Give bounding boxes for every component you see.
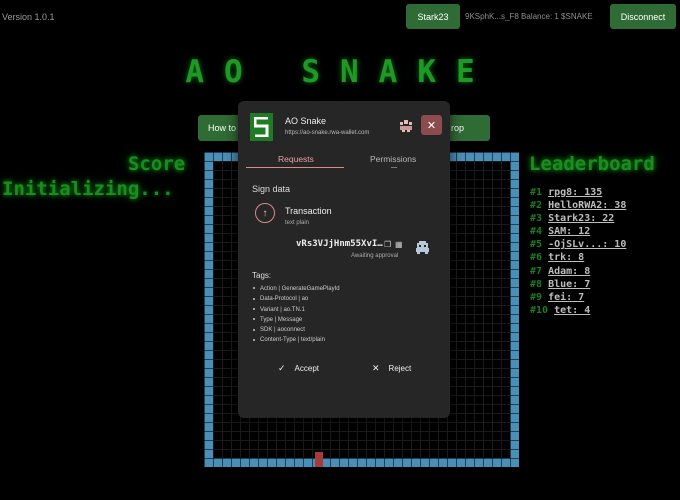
leaderboard-item[interactable]: #10 tet: 4 bbox=[530, 304, 626, 317]
tag-item: Content-Type | text/plain bbox=[253, 335, 340, 345]
leaderboard-item[interactable]: #6 trk: 8 bbox=[530, 251, 626, 264]
tag-text: Data-Protocol | ao bbox=[260, 296, 309, 303]
leaderboard-entry[interactable]: trk: 8 bbox=[548, 252, 584, 263]
tag-text: Variant | ao.TN.1 bbox=[260, 306, 305, 313]
reject-button[interactable]: ✕ Reject bbox=[372, 363, 411, 374]
tag-text: Type | Message bbox=[260, 316, 303, 323]
leaderboard-entry[interactable]: Blue: 7 bbox=[548, 279, 590, 290]
leaderboard-item[interactable]: #9 fei: 7 bbox=[530, 291, 626, 304]
accept-button[interactable]: ✓ Accept bbox=[278, 363, 319, 374]
leaderboard-item[interactable]: #1 rpg8: 135 bbox=[530, 186, 626, 199]
copy-icon[interactable]: ❐ bbox=[384, 240, 391, 249]
close-icon: ✕ bbox=[426, 119, 437, 132]
ao-snake-logo-icon bbox=[250, 113, 273, 141]
user-button[interactable]: Stark23 bbox=[406, 4, 460, 29]
leaderboard-item[interactable]: #8 Blue: 7 bbox=[530, 278, 626, 291]
leaderboard-rank: #8 bbox=[530, 278, 543, 290]
leaderboard-entry[interactable]: Stark23: 22 bbox=[548, 213, 614, 224]
game-status: Initializing... bbox=[2, 178, 174, 200]
disconnect-button[interactable]: Disconnect bbox=[610, 4, 676, 29]
tag-item: SDK | aoconnect bbox=[253, 325, 340, 335]
leaderboard-rank: #10 bbox=[530, 304, 549, 316]
leaderboard-entry[interactable]: HelloRWA2: 38 bbox=[548, 200, 626, 211]
transaction-label: Transaction bbox=[285, 206, 332, 216]
tag-text: Action | GenerateGamePlayId bbox=[260, 286, 340, 292]
leaderboard-rank: #6 bbox=[530, 252, 543, 264]
tag-item: Data-Protocol | ao bbox=[253, 294, 340, 304]
leaderboard-entry[interactable]: Adam: 8 bbox=[548, 266, 590, 277]
tag-item: Action | GenerateGamePlayId bbox=[253, 284, 340, 294]
active-tab-indicator bbox=[246, 167, 344, 168]
tag-text: SDK | aoconnect bbox=[260, 327, 305, 334]
reject-label: Reject bbox=[388, 364, 412, 373]
score-label: Score bbox=[128, 153, 186, 175]
check-icon: ✓ bbox=[278, 363, 286, 373]
snake-s-icon bbox=[254, 117, 269, 137]
leaderboard-list: #1 rpg8: 135 #2 HelloRWA2: 38 #3 Stark23… bbox=[530, 186, 626, 317]
leaderboard-rank: #7 bbox=[530, 265, 543, 277]
leaderboard-entry[interactable]: -OjSLv...: 10 bbox=[548, 239, 626, 250]
leaderboard-item[interactable]: #3 Stark23: 22 bbox=[530, 212, 626, 225]
transaction-status: Awaiting approval bbox=[351, 253, 399, 259]
leaderboard-entry[interactable]: tet: 4 bbox=[554, 305, 590, 316]
game-title: AO SNAKE bbox=[185, 54, 495, 90]
tab-divider bbox=[391, 167, 397, 168]
tab-requests[interactable]: Requests bbox=[278, 154, 314, 164]
section-title: Sign data bbox=[252, 184, 291, 194]
wallet-icon[interactable] bbox=[399, 119, 413, 133]
leaderboard-title: Leaderboard bbox=[529, 153, 655, 175]
tags-list: Action | GenerateGamePlayId Data-Protoco… bbox=[253, 284, 340, 346]
accept-label: Accept bbox=[294, 364, 320, 373]
transaction-id: vRs3VJjHnm55XvI… bbox=[296, 239, 383, 249]
leaderboard-item[interactable]: #7 Adam: 8 bbox=[530, 265, 626, 278]
leaderboard-item[interactable]: #4 SAM: 12 bbox=[530, 225, 626, 238]
tag-text: Content-Type | text/plain bbox=[260, 337, 325, 344]
leaderboard-entry[interactable]: SAM: 12 bbox=[548, 226, 590, 237]
avatar bbox=[416, 241, 429, 254]
snake-segment bbox=[315, 452, 323, 467]
leaderboard-rank: #1 bbox=[530, 187, 543, 198]
leaderboard-rank: #9 bbox=[530, 291, 543, 303]
leaderboard-item[interactable]: #5 -OjSLv...: 10 bbox=[530, 238, 626, 251]
qr-icon[interactable]: ▦ bbox=[395, 240, 403, 249]
close-button[interactable]: ✕ bbox=[421, 115, 442, 135]
app-name: AO Snake bbox=[285, 116, 327, 126]
app-url: https://ao-snake.rwa-wallet.com bbox=[285, 130, 370, 136]
leaderboard-entry[interactable]: fei: 7 bbox=[548, 292, 584, 303]
wallet-sign-dialog: AO Snake https://ao-snake.rwa-wallet.com… bbox=[238, 101, 450, 418]
leaderboard-entry[interactable]: rpg8: 135 bbox=[548, 187, 602, 198]
tags-title: Tags: bbox=[252, 271, 272, 280]
tab-permissions[interactable]: Permissions bbox=[370, 154, 416, 164]
x-icon: ✕ bbox=[372, 363, 380, 373]
leaderboard-rank: #4 bbox=[530, 226, 543, 238]
leaderboard-item[interactable]: #2 HelloRWA2: 38 bbox=[530, 199, 626, 212]
leaderboard-rank: #2 bbox=[530, 200, 543, 212]
leaderboard-rank: #5 bbox=[530, 239, 543, 251]
version-label: Version 1.0.1 bbox=[2, 12, 55, 22]
tag-item: Type | Message bbox=[253, 315, 340, 325]
transaction-subtitle: text plain bbox=[285, 220, 310, 226]
wallet-info: 9KSphK...s_F8 Balance: 1 $SNAKE bbox=[465, 12, 593, 21]
arrow-up-icon: ↑ bbox=[255, 203, 275, 223]
tag-item: Variant | ao.TN.1 bbox=[253, 305, 340, 315]
leaderboard-rank: #3 bbox=[530, 213, 543, 225]
